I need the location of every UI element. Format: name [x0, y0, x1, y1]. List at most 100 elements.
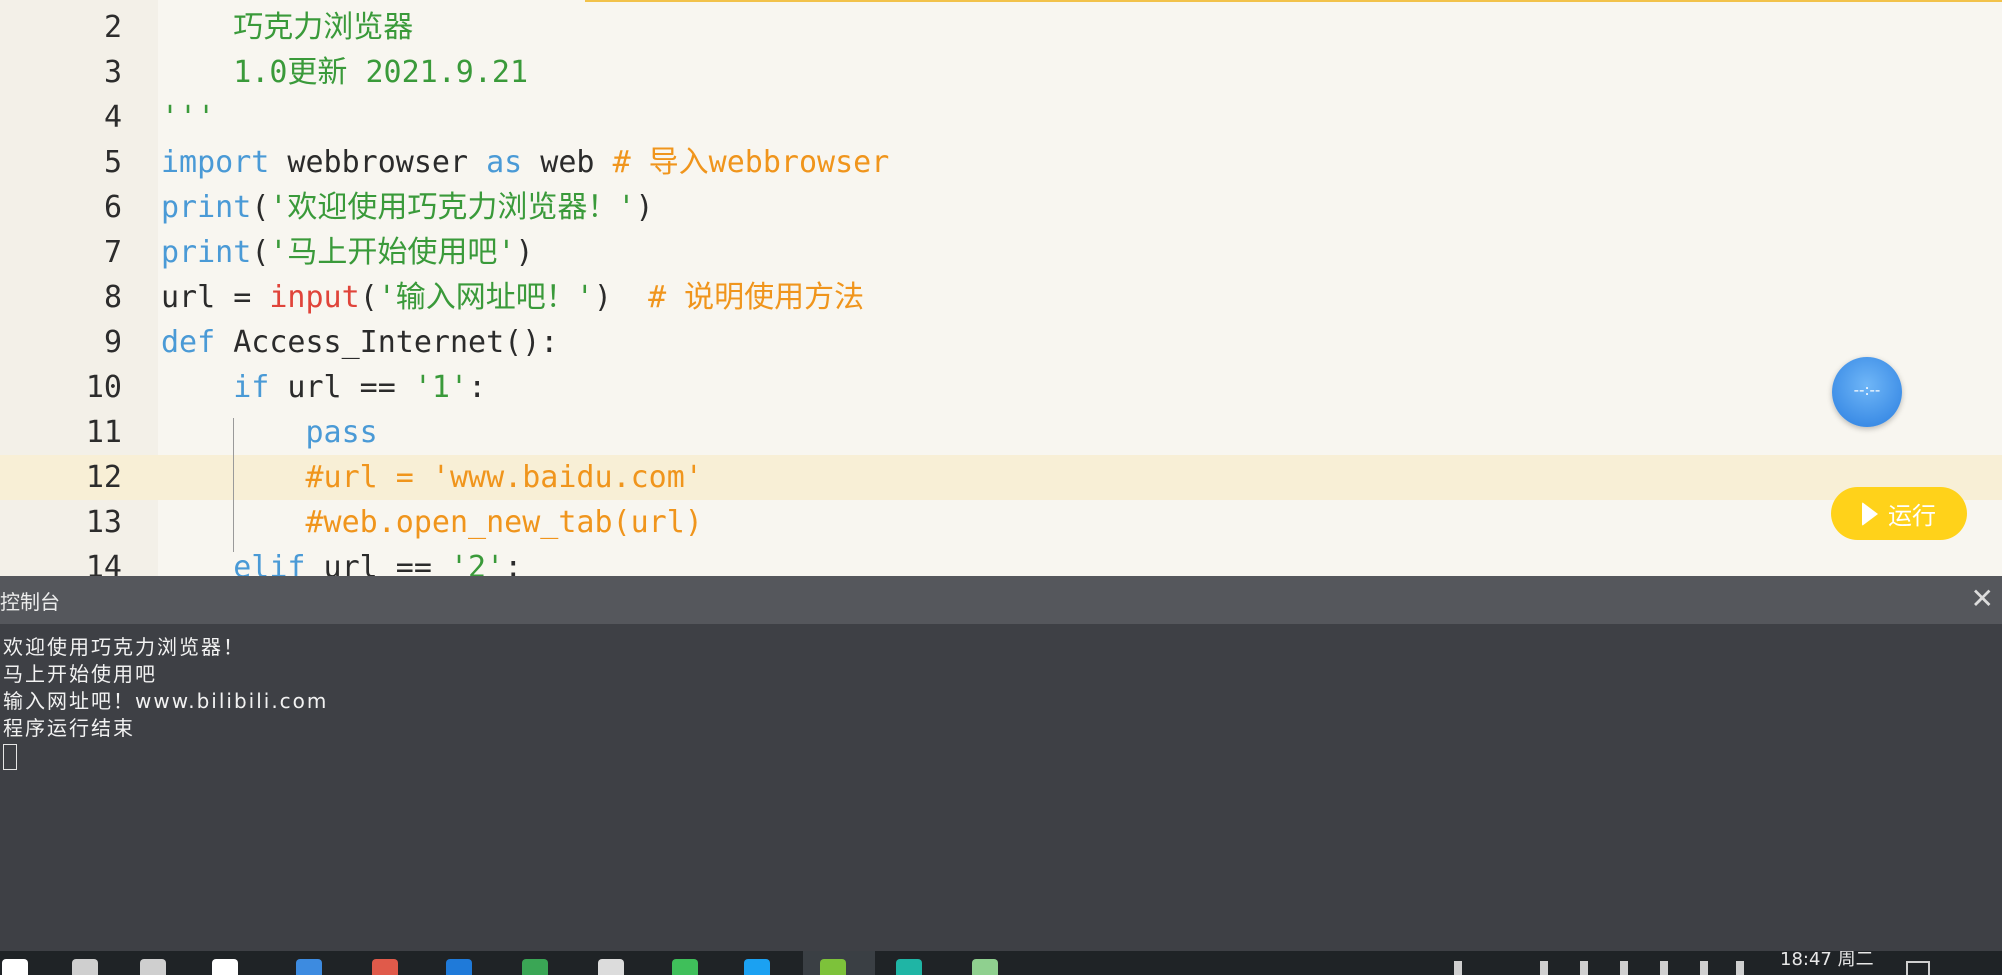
code-editor[interactable]: 2 巧克力浏览器 3 1.0更新 2021.9.21 4 ''' 5 import web… [0, 0, 2002, 576]
search-icon[interactable] [72, 959, 98, 975]
code-text[interactable]: elif url == '2': [161, 545, 522, 576]
code-line[interactable]: 14 elif url == '2': [0, 545, 2002, 576]
code-token: print [161, 235, 252, 270]
code-text[interactable]: import webbrowser as web # 导入webbrowser [161, 140, 889, 185]
code-token: '欢迎使用巧克力浏览器！' [269, 190, 636, 225]
line-number: 6 [103, 190, 122, 225]
tray-icon[interactable] [1580, 961, 1588, 975]
code-text[interactable]: def Access_Internet(): [161, 320, 558, 365]
code-token: '1' [413, 370, 469, 405]
code-token: as [486, 145, 523, 180]
code-line[interactable]: 5 import webbrowser as web # 导入webbrowser [0, 140, 2002, 185]
code-line[interactable]: 13 #web.open_new_tab(url) [0, 500, 2002, 545]
run-button-label: 运行 [1888, 502, 1936, 530]
line-number: 5 [103, 145, 122, 180]
code-token: # 导入webbrowser [612, 145, 890, 180]
start-icon[interactable] [2, 959, 28, 975]
code-line[interactable]: 4 ''' [0, 95, 2002, 140]
code-text[interactable]: #web.open_new_tab(url) [161, 500, 703, 545]
document-icon[interactable] [598, 959, 624, 975]
green-browser-icon[interactable] [522, 959, 548, 975]
code-line[interactable]: 8 url = input('输入网址吧！') # 说明使用方法 [0, 275, 2002, 320]
run-button[interactable]: 运行 [1831, 487, 1967, 540]
console-output[interactable]: 欢迎使用巧克力浏览器！ 马上开始使用吧 输入网址吧！www.bilibili.c… [3, 634, 329, 770]
console-panel: 控制台 ✕ 欢迎使用巧克力浏览器！ 马上开始使用吧 输入网址吧！www.bili… [0, 576, 2002, 951]
tool-icon[interactable] [972, 959, 998, 975]
line-number: 3 [103, 55, 122, 90]
tray-icon[interactable] [1454, 961, 1462, 975]
code-token: : [504, 550, 523, 576]
code-text[interactable]: ''' [161, 95, 215, 140]
wechat-icon[interactable] [672, 959, 698, 975]
app-icon[interactable] [212, 959, 238, 975]
tray-icon[interactable] [1700, 961, 1708, 975]
close-icon[interactable]: ✕ [1971, 582, 1994, 616]
tray-icon[interactable] [1736, 961, 1744, 975]
console-header: 控制台 ✕ [0, 576, 2002, 624]
code-line[interactable]: 2 巧克力浏览器 [0, 5, 2002, 50]
code-token: url == [269, 370, 414, 405]
editor-top-border [585, 0, 2002, 2]
taskbar-clock[interactable]: 18:47 周二 [1780, 951, 1874, 971]
code-token: : [468, 370, 487, 405]
code-token: if [233, 370, 270, 405]
code-token: import [161, 145, 270, 180]
line-number: 10 [85, 370, 122, 405]
code-text[interactable]: 1.0更新 2021.9.21 [161, 50, 528, 95]
code-token: #web.open_new_tab(url) [305, 505, 703, 540]
line-number: 13 [85, 505, 122, 540]
console-line: 输入网址吧！www.bilibili.com [3, 689, 329, 713]
task-view-icon[interactable] [140, 959, 166, 975]
code-text[interactable]: print('马上开始使用吧') [161, 230, 534, 275]
code-token: ( [251, 190, 270, 225]
tray-icon[interactable] [1660, 961, 1668, 975]
line-number: 9 [103, 325, 122, 360]
calculator-icon[interactable] [296, 959, 322, 975]
code-token: input [269, 280, 360, 315]
console-input-cursor[interactable] [3, 743, 17, 770]
tray-icon[interactable] [1620, 961, 1628, 975]
mail-app-icon[interactable] [896, 959, 922, 975]
code-token: web [522, 145, 613, 180]
line-number: 2 [103, 10, 122, 45]
code-text[interactable]: #url = 'www.baidu.com' [161, 455, 703, 500]
code-text[interactable]: pass [161, 410, 378, 455]
code-line[interactable]: 11 pass [0, 410, 2002, 455]
edge-icon[interactable] [446, 959, 472, 975]
qq-icon[interactable] [744, 959, 770, 975]
line-number: 4 [103, 100, 122, 135]
code-line[interactable]: 6 print('欢迎使用巧克力浏览器！') [0, 185, 2002, 230]
code-token: def [161, 325, 216, 360]
code-text[interactable]: 巧克力浏览器 [161, 5, 413, 50]
line-number: 8 [103, 280, 122, 315]
code-line[interactable]: 10 if url == '1': [0, 365, 2002, 410]
code-token: '马上开始使用吧' [269, 235, 516, 270]
code-line[interactable]: 12 #url = 'www.baidu.com' [0, 455, 2002, 500]
code-text[interactable]: print('欢迎使用巧克力浏览器！') [161, 185, 654, 230]
play-icon [1862, 501, 1878, 526]
code-line[interactable]: 3 1.0更新 2021.9.21 [0, 50, 2002, 95]
code-text[interactable]: if url == '1': [161, 365, 486, 410]
code-token: url = [161, 280, 270, 315]
code-token: ( [359, 280, 378, 315]
code-line[interactable]: 7 print('马上开始使用吧') [0, 230, 2002, 275]
code-token: url == [305, 550, 450, 576]
code-app-icon[interactable] [820, 959, 846, 975]
line-number: 14 [85, 550, 122, 576]
timer-widget[interactable]: --:-- [1832, 357, 1902, 427]
code-token: ) [515, 235, 534, 270]
indent-guide [233, 418, 234, 552]
code-token: print [161, 190, 252, 225]
code-line[interactable]: 9 def Access_Internet(): [0, 320, 2002, 365]
notification-icon[interactable] [1906, 961, 1930, 975]
taskbar: 18:47 周二 [0, 951, 2002, 975]
line-number: 7 [103, 235, 122, 270]
tray-icon[interactable] [1540, 961, 1548, 975]
console-line: 程序运行结束 [3, 716, 135, 740]
code-token: ( [251, 235, 270, 270]
code-token: # 说明使用方法 [648, 280, 865, 315]
browser-icon[interactable] [372, 959, 398, 975]
code-text[interactable]: url = input('输入网址吧！') # 说明使用方法 [161, 275, 864, 320]
